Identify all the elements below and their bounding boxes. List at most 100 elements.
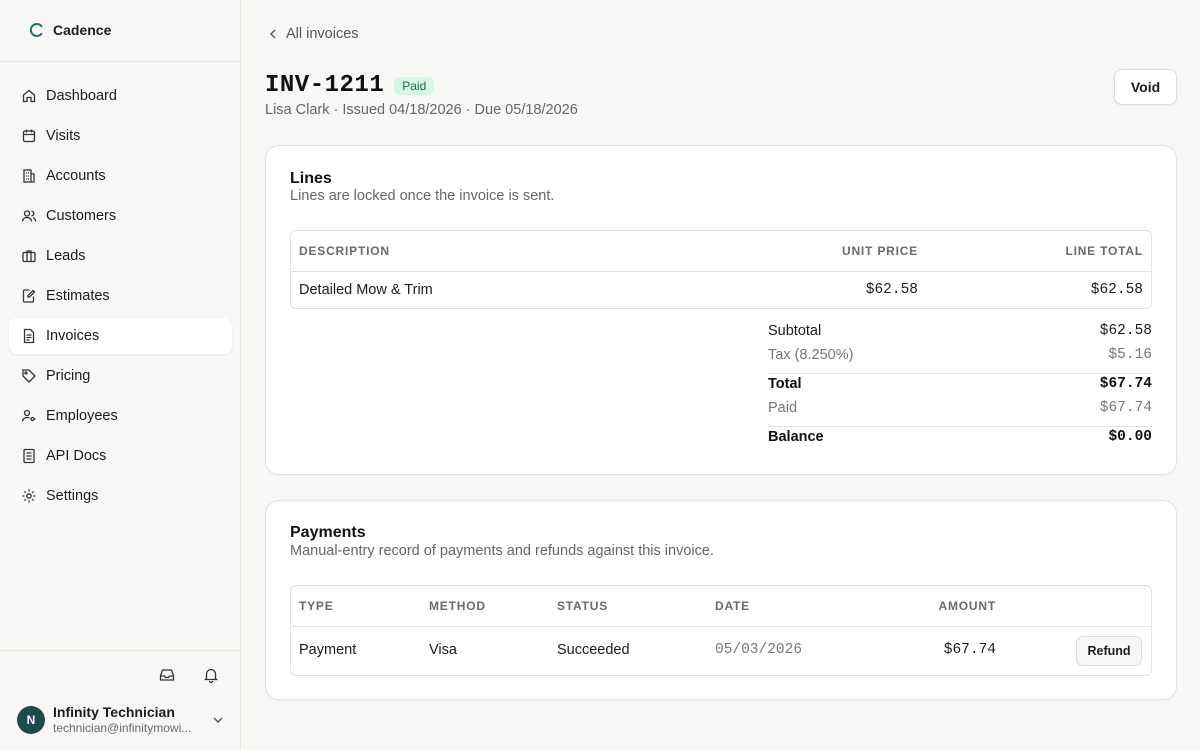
divider: [0, 650, 240, 651]
balance-value: $0.00: [1108, 429, 1152, 445]
bell-icon[interactable]: [202, 666, 220, 684]
balance-row: Balance $0.00: [768, 429, 1152, 453]
line-total: $62.58: [1090, 282, 1143, 298]
payments-table: TYPE METHOD STATUS DATE AMOUNT Payment V…: [290, 585, 1152, 676]
home-icon: [21, 88, 37, 104]
totals-summary: Subtotal $62.58 Tax (8.250%) $5.16 Total…: [768, 323, 1152, 453]
card-description: Manual-entry record of payments and refu…: [290, 543, 714, 559]
column-header: DESCRIPTION: [299, 244, 390, 258]
column-header: DATE: [715, 599, 750, 613]
brand[interactable]: Cadence: [29, 22, 111, 38]
paid-row: Paid $67.74: [768, 400, 1152, 424]
invoice-meta: Lisa Clark · Issued 04/18/2026 · Due 05/…: [265, 102, 578, 118]
lines-card: Lines Lines are locked once the invoice …: [265, 145, 1177, 475]
column-header: LINE TOTAL: [1065, 244, 1143, 258]
briefcase-icon: [21, 248, 37, 264]
payment-amount: $67.74: [943, 642, 996, 658]
users-icon: [21, 208, 37, 224]
user-email: technician@infinitymowi...: [53, 721, 192, 735]
chevron-down-icon[interactable]: [211, 713, 225, 727]
column-header: TYPE: [299, 599, 334, 613]
sidebar-item-label: Customers: [46, 208, 117, 224]
subtotal-label: Subtotal: [768, 323, 822, 339]
void-button[interactable]: Void: [1114, 69, 1177, 105]
sidebar-item-label: Dashboard: [46, 88, 117, 104]
tag-icon: [21, 368, 37, 384]
table-header: TYPE METHOD STATUS DATE AMOUNT: [291, 586, 1151, 627]
sidebar-item-invoices[interactable]: Invoices: [9, 318, 232, 354]
paid-value: $67.74: [1099, 400, 1152, 416]
sidebar-item-estimates[interactable]: Estimates: [9, 278, 232, 314]
sidebar-item-accounts[interactable]: Accounts: [9, 158, 232, 194]
sidebar-item-label: Settings: [46, 488, 99, 504]
divider: [0, 61, 240, 62]
sidebar-item-label: Pricing: [46, 368, 91, 384]
payment-method: Visa: [429, 642, 457, 658]
tax-row: Tax (8.250%) $5.16: [768, 347, 1152, 371]
calendar-icon: [21, 128, 37, 144]
sidebar-item-label: Estimates: [46, 288, 110, 304]
sidebar-item-pricing[interactable]: Pricing: [9, 358, 232, 394]
sidebar-item-label: Visits: [46, 128, 81, 144]
table-header: DESCRIPTION UNIT PRICE LINE TOTAL: [291, 231, 1151, 272]
payment-status: Succeeded: [557, 642, 630, 658]
cadence-logo-icon: [29, 22, 45, 38]
sidebar-item-label: Employees: [46, 408, 118, 424]
back-link[interactable]: All invoices: [268, 26, 359, 42]
document-icon: [21, 328, 37, 344]
sidebar-item-label: API Docs: [46, 448, 107, 464]
subtotal-value: $62.58: [1099, 323, 1152, 339]
payment-date: 05/03/2026: [715, 642, 803, 658]
line-unit-price: $62.58: [865, 282, 918, 298]
edit-doc-icon: [21, 288, 37, 304]
sidebar: Cadence Dashboard Visits Accounts Custom…: [0, 0, 241, 750]
sidebar-item-leads[interactable]: Leads: [9, 238, 232, 274]
column-header: METHOD: [429, 599, 486, 613]
status-badge: Paid: [394, 76, 435, 95]
book-icon: [21, 448, 37, 464]
sidebar-item-label: Accounts: [46, 168, 106, 184]
tax-label: Tax (8.250%): [768, 347, 854, 363]
back-link-label: All invoices: [286, 26, 359, 42]
sidebar-item-api-docs[interactable]: API Docs: [9, 438, 232, 474]
title-row: INV-1211 Paid: [265, 72, 435, 99]
column-header: STATUS: [557, 599, 609, 613]
total-row: Total $67.74: [768, 376, 1152, 400]
sidebar-item-visits[interactable]: Visits: [9, 118, 232, 154]
subtotal-row: Subtotal $62.58: [768, 323, 1152, 347]
table-row[interactable]: Detailed Mow & Trim $62.58 $62.58: [291, 272, 1151, 308]
brand-name: Cadence: [53, 22, 112, 38]
balance-label: Balance: [768, 429, 824, 445]
refund-button[interactable]: Refund: [1076, 636, 1142, 666]
total-label: Total: [768, 376, 802, 392]
sidebar-item-employees[interactable]: Employees: [9, 398, 232, 434]
column-header: AMOUNT: [938, 599, 996, 613]
inbox-icon[interactable]: [158, 666, 176, 684]
lines-table: DESCRIPTION UNIT PRICE LINE TOTAL Detail…: [290, 230, 1152, 309]
sidebar-item-customers[interactable]: Customers: [9, 198, 232, 234]
card-title: Payments: [290, 524, 366, 541]
card-title: Lines: [290, 170, 332, 187]
user-menu[interactable]: N Infinity Technician technician@infinit…: [17, 703, 227, 737]
sidebar-item-dashboard[interactable]: Dashboard: [9, 78, 232, 114]
user-name: Infinity Technician: [53, 704, 175, 720]
sidebar-item-label: Leads: [46, 248, 86, 264]
user-info: Infinity Technician technician@infinitym…: [53, 704, 203, 736]
sidebar-tools: [158, 666, 220, 684]
sidebar-nav: Dashboard Visits Accounts Customers Lead…: [9, 78, 232, 518]
gear-icon: [21, 488, 37, 504]
line-description: Detailed Mow & Trim: [299, 282, 433, 298]
tax-value: $5.16: [1108, 347, 1152, 363]
total-value: $67.74: [1099, 376, 1152, 392]
building-icon: [21, 168, 37, 184]
user-key-icon: [21, 408, 37, 424]
payments-card: Payments Manual-entry record of payments…: [265, 500, 1177, 700]
sidebar-item-label: Invoices: [46, 328, 100, 344]
sidebar-item-settings[interactable]: Settings: [9, 478, 232, 514]
main-content: All invoices INV-1211 Paid Lisa Clark · …: [241, 0, 1200, 750]
paid-label: Paid: [768, 400, 798, 416]
divider: [768, 373, 1152, 374]
chevron-left-icon: [270, 29, 276, 39]
payment-type: Payment: [299, 642, 357, 658]
page-title: INV-1211: [265, 72, 385, 99]
